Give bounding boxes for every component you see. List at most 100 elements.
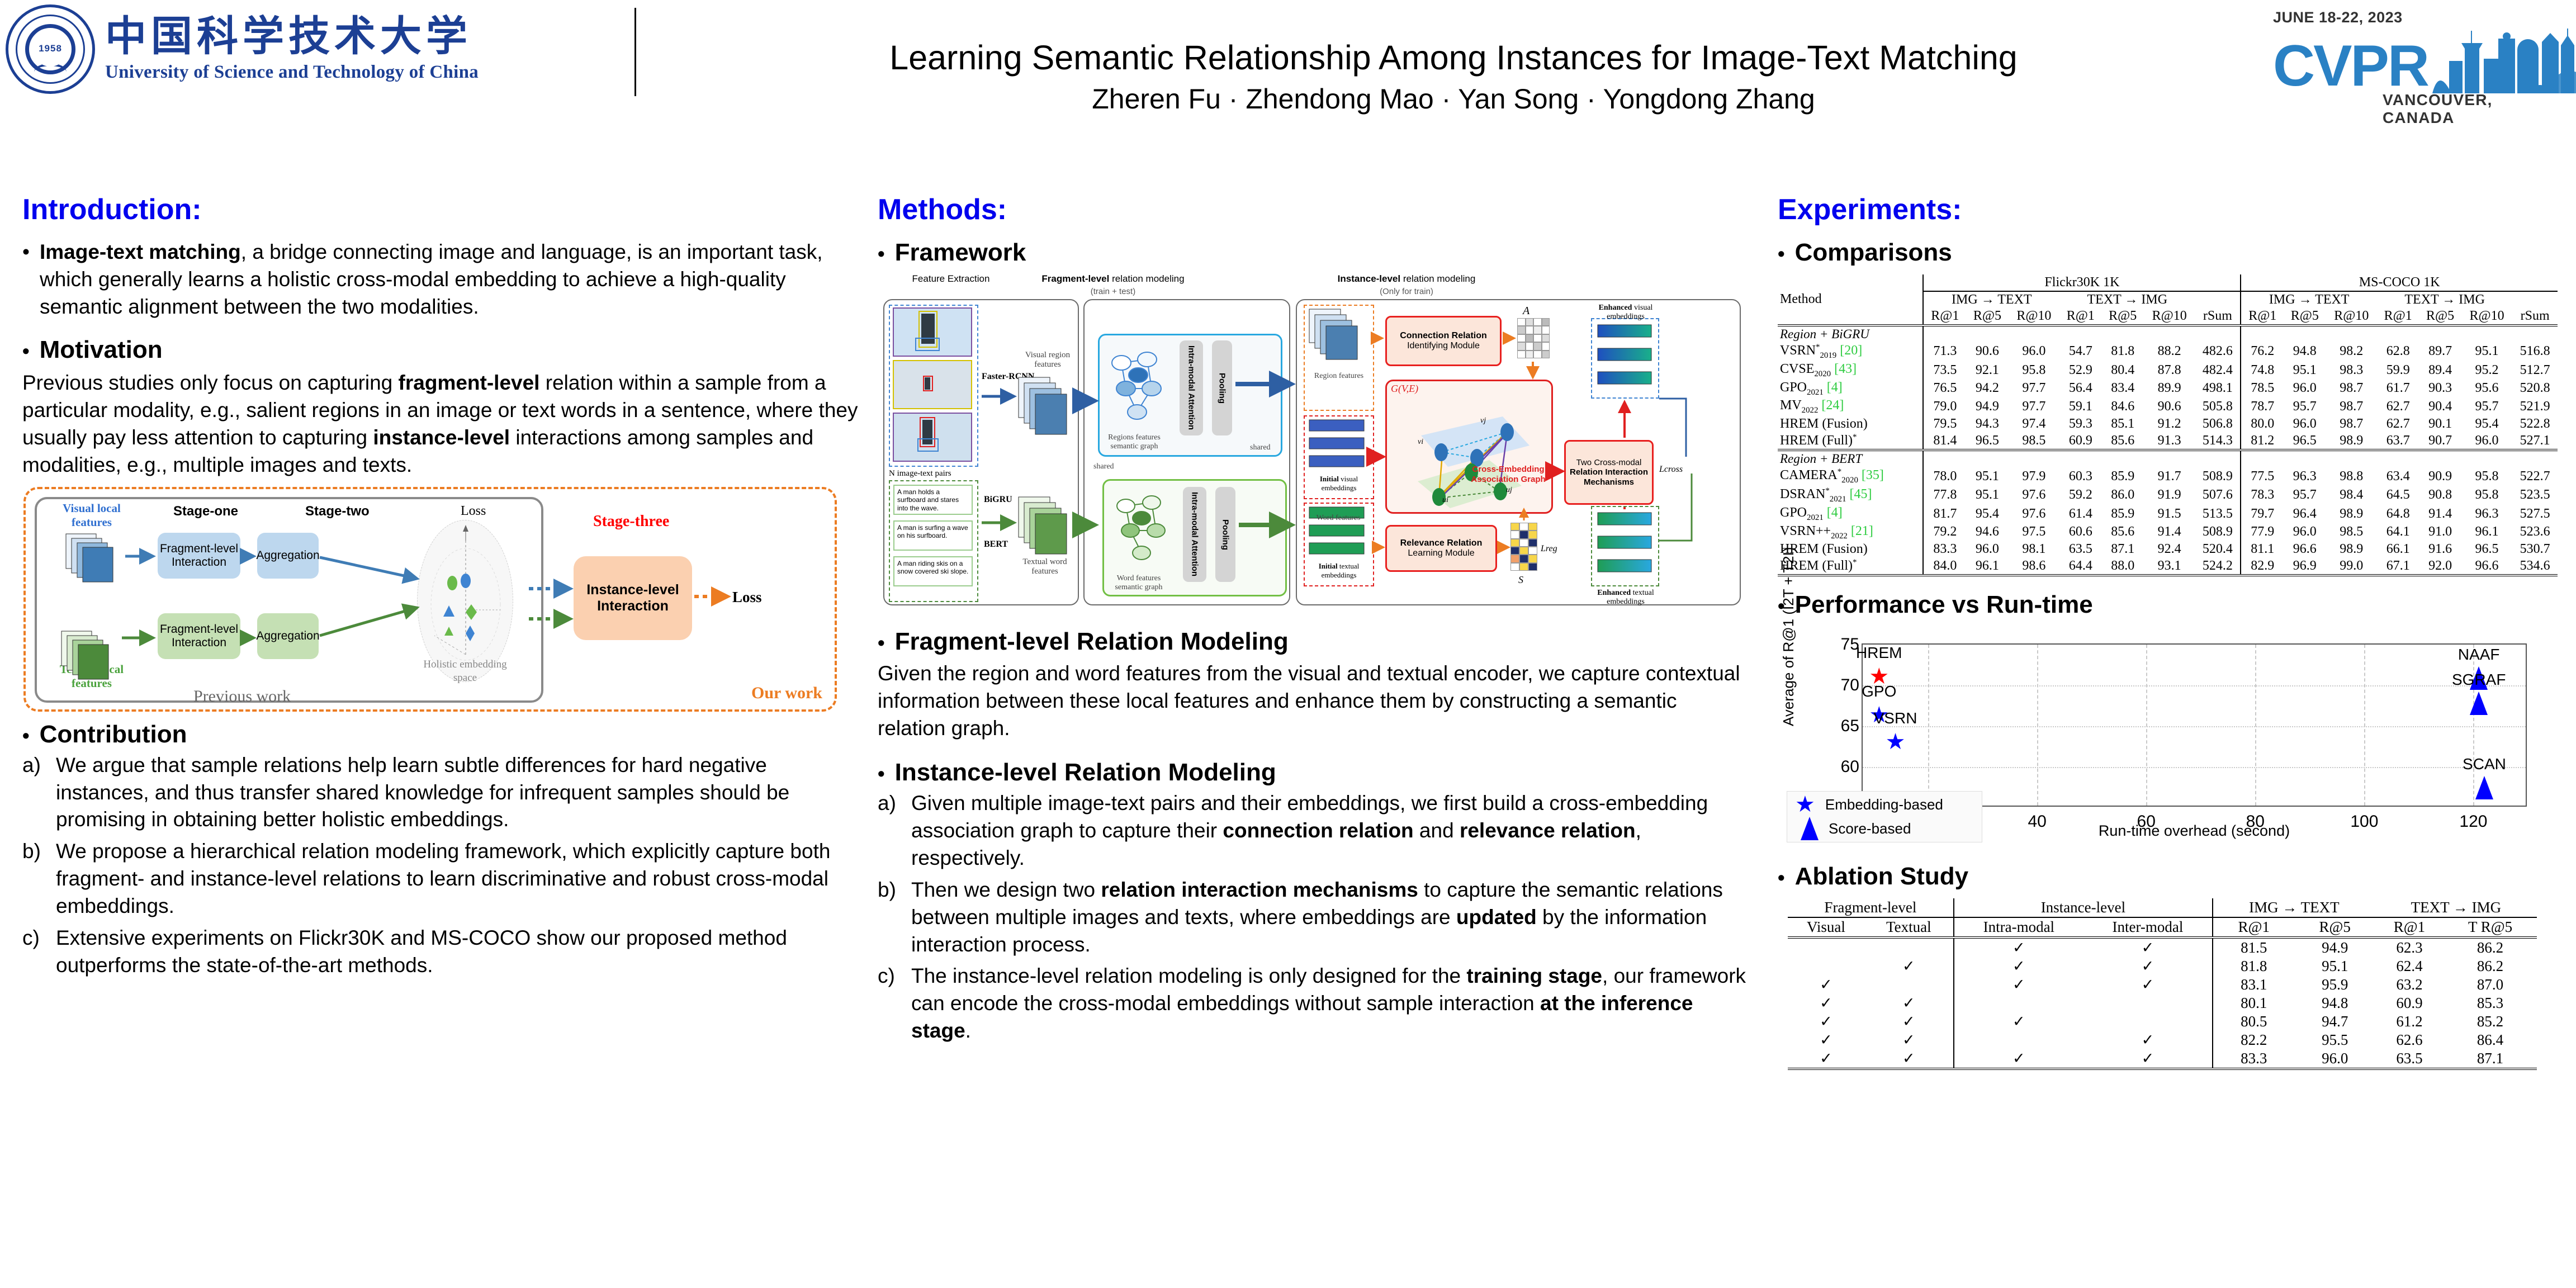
table-cell: 96.6 <box>2293 542 2317 557</box>
instance-modeling-rest: relation modeling <box>1400 273 1476 284</box>
section-heading-methods: Methods: <box>878 193 1007 226</box>
table-cell: 86.4 <box>2476 1031 2504 1049</box>
poster-header: 1958 中国科学技术大学 University of Science and … <box>0 0 2576 168</box>
skyline-icon <box>2432 26 2576 98</box>
fragment-relation-heading: Fragment-level Relation Modeling <box>894 628 1289 655</box>
bullet-dot-icon: • <box>1778 242 1785 265</box>
check-icon: ✓ <box>1902 1013 1915 1030</box>
table-cell: 83.1 <box>2212 976 2295 995</box>
comparison-table-body: Region + BiGRU VSRN*2019 [20] 71.3 90.6 96.0… <box>1778 325 2558 576</box>
performance-runtime-chart: Average of R@1 (I2T + T2I) 2040608010012… <box>1778 547 2549 846</box>
table-cell: 62.4 <box>2396 958 2423 975</box>
table-cell: 61.4 <box>2068 506 2092 521</box>
list-marker: c) <box>878 964 895 988</box>
table-cell: 498.1 <box>2202 381 2233 396</box>
table-cell: 86.2 <box>2476 939 2504 956</box>
table-cell: 87.1 <box>2111 542 2135 557</box>
chart-point-vsrn: ★ <box>1885 730 1906 755</box>
table-cell: 79.2 <box>1922 523 1967 542</box>
table-cell: 79.0 <box>1922 397 1967 416</box>
table-cell: 92.4 <box>2157 542 2181 557</box>
table-cell: 482.4 <box>2202 362 2233 377</box>
table-cell-empty <box>1864 937 1954 957</box>
table-cell: 516.8 <box>2520 344 2550 359</box>
table-cell: 59.1 <box>2068 399 2092 414</box>
table-cell: 77.5 <box>2240 467 2284 486</box>
table-cell: 85.3 <box>2476 995 2504 1012</box>
table-cell: 98.4 <box>2340 487 2364 503</box>
table-cell: 521.9 <box>2520 399 2550 414</box>
table-cell: 82.9 <box>2240 557 2284 576</box>
list-text: We propose a hierarchical relation model… <box>56 840 831 917</box>
list-item: b) We propose a hierarchical relation mod… <box>22 838 861 920</box>
metric-header: R@5 <box>2109 309 2137 323</box>
metric-header: R@5 <box>1973 309 2001 323</box>
table-row: HREM (Fusion) 79.5 94.3 97.4 59.3 85.1 91.2 506… <box>1778 416 2558 433</box>
intro-bullet-1-lead: Image-text matching <box>39 240 241 263</box>
ablation-group-fragment: Fragment-level <box>1824 899 1917 916</box>
table-cell-method: DSRAN*2021 [45] <box>1780 486 1872 504</box>
instance-modeling-subtitle: (Only for train) <box>1380 287 1433 296</box>
table-cell: 56.4 <box>2068 381 2092 396</box>
table-row: DSRAN*2021 [45] 77.8 95.1 97.6 59.2 86.0 91.9 5… <box>1778 485 2558 505</box>
table-row: GPO2021 [4] 81.7 95.4 97.6 61.4 85.9 91.5 513.5… <box>1778 504 2558 523</box>
table-cell: 81.1 <box>2240 541 2284 558</box>
check-icon: ✓ <box>1902 958 1915 975</box>
instance-relation-heading: Instance-level Relation Modeling <box>894 759 1276 787</box>
table-cell: 85.1 <box>2111 416 2135 432</box>
check-icon: ✓ <box>1953 957 2083 976</box>
table-cell: 97.7 <box>2022 399 2046 414</box>
bullet-dot-icon: • <box>878 242 885 265</box>
table-cell: 95.4 <box>1975 506 1999 521</box>
table-cell: 63.7 <box>2386 433 2410 448</box>
enhanced-visual-bars <box>1597 324 1652 385</box>
table-cell-method: GPO2021 [4] <box>1780 505 1843 522</box>
table-cell-method: HREM (Fusion) <box>1780 542 1868 557</box>
university-name-cn: 中国科学技术大学 <box>105 13 472 60</box>
list-text: Then we design two relation interaction … <box>911 878 1723 956</box>
table-row: VSRN++2022 [21] 79.2 94.6 97.5 60.6 85.6 91.4 5… <box>1778 523 2558 542</box>
table-cell: 95.9 <box>2322 976 2348 993</box>
shared-label-1: shared <box>1250 443 1271 452</box>
table-cell: 527.1 <box>2520 433 2550 448</box>
list-item: A man riding skis on a snow covered ski … <box>893 556 973 586</box>
check-icon: ✓ <box>1820 1050 1832 1067</box>
node-ui-label: ui <box>1442 496 1448 504</box>
table-cell: 94.7 <box>2322 1013 2348 1030</box>
dir-i2t-flickr: IMG → TEXT <box>1922 291 2060 308</box>
table-cell: 80.1 <box>2212 994 2295 1013</box>
ustc-logo: 1958 中国科学技术大学 University of Science and … <box>6 4 479 94</box>
table-cell: 88.2 <box>2157 344 2181 359</box>
table-cell: 96.3 <box>2475 506 2499 521</box>
metric-header: R@10 <box>2334 309 2369 323</box>
table-cell: 54.7 <box>2068 344 2092 359</box>
motivation-bold2: instance-level <box>373 426 510 449</box>
stage-two-label: Stage-two <box>305 503 370 519</box>
table-cell: 67.1 <box>2386 558 2410 573</box>
check-icon: ✓ <box>2141 1050 2154 1067</box>
table-cell: 77.9 <box>2240 523 2284 542</box>
table-row: CVSE2020 [43] 73.5 92.1 95.8 52.9 80.4 87.8 482… <box>1778 361 2558 380</box>
methods-column: Methods: • Framework Feature Extraction … <box>878 193 1750 1049</box>
table-cell: 62.8 <box>2386 344 2410 359</box>
comparison-table: Method Flickr30K 1K MS-COCO 1K IMG → TEX… <box>1778 274 2558 576</box>
check-icon: ✓ <box>1953 1012 2083 1031</box>
table-cell: 83.3 <box>1922 541 1967 558</box>
table-cell: 78.5 <box>2240 379 2284 398</box>
table-cell: 95.4 <box>2475 416 2499 432</box>
fragment-modeling-bold: Fragment-level <box>1041 273 1110 284</box>
table-cell: 91.4 <box>2428 506 2452 521</box>
check-icon: ✓ <box>2141 1031 2154 1049</box>
title-block: Learning Semantic Relationship Among Ins… <box>648 38 2258 115</box>
table-cell: 514.3 <box>2202 433 2233 448</box>
table-cell: 90.6 <box>2157 399 2181 414</box>
check-icon: ✓ <box>1820 995 1832 1012</box>
chart-ytick: 60 <box>1840 757 1859 776</box>
table-cell: 83.4 <box>2111 381 2135 396</box>
table-cell: 61.7 <box>2386 381 2410 396</box>
page-title: Learning Semantic Relationship Among Ins… <box>889 39 2018 77</box>
legend-item: ★ Embedding-based <box>1795 793 1982 816</box>
list-text: We argue that sample relations help lear… <box>56 753 790 831</box>
table-cell: 98.9 <box>2340 433 2364 448</box>
fragment-modeling-rest: relation modeling <box>1109 273 1185 284</box>
